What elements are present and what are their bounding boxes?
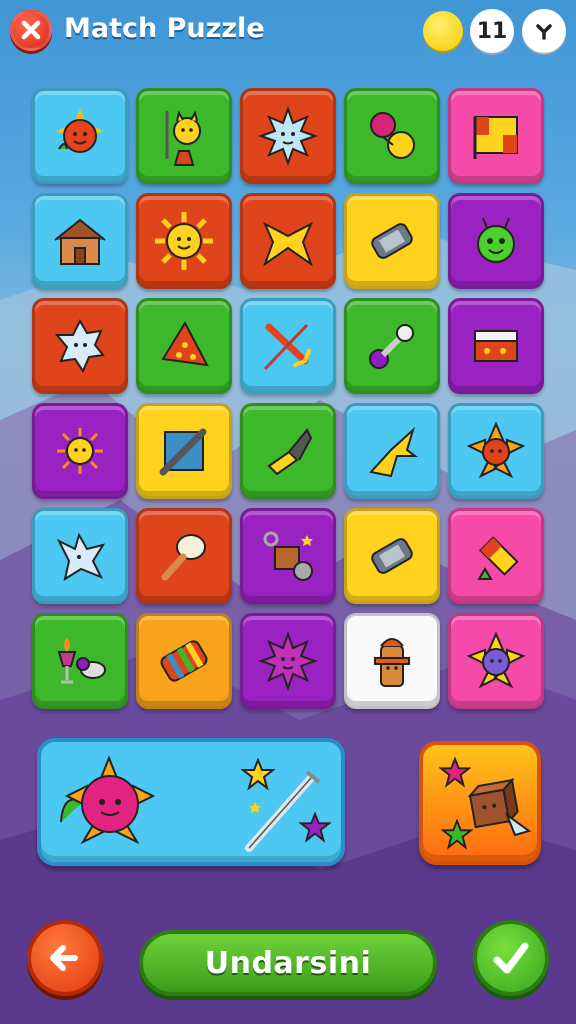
coin-icon xyxy=(423,11,463,51)
spiky-sun-icon xyxy=(258,631,318,691)
tile-box-with-yarn[interactable] xyxy=(240,508,336,604)
bird-icon xyxy=(56,532,106,582)
flower-face-icon xyxy=(466,631,526,689)
tile-tin-can-2[interactable] xyxy=(344,508,440,604)
snail-sun-icon xyxy=(60,755,156,845)
tile-bow-2[interactable] xyxy=(344,403,440,499)
tile-bow[interactable] xyxy=(240,193,336,289)
box-with-wings-icon xyxy=(467,777,532,837)
house-icon xyxy=(54,218,106,265)
tile-fire-hydrant[interactable] xyxy=(344,613,440,709)
pizza-slice-icon xyxy=(161,320,209,367)
sun-icon xyxy=(155,212,213,270)
sun-icon xyxy=(57,428,103,474)
confirm-button[interactable] xyxy=(473,920,549,996)
flag-icon xyxy=(473,116,518,159)
cat-with-fork-icon xyxy=(165,110,201,166)
arrow-left-icon xyxy=(50,945,78,971)
paintbrush-icon xyxy=(267,428,313,476)
tile-green-alien[interactable] xyxy=(448,193,544,289)
spiky-sun-icon xyxy=(258,106,318,166)
spiky-ghost-icon xyxy=(54,318,105,374)
close-button[interactable] xyxy=(10,9,52,51)
tile-balloons[interactable] xyxy=(344,88,440,184)
tin-can-icon xyxy=(371,538,413,574)
tile-paintbrush[interactable] xyxy=(240,403,336,499)
flower-icon xyxy=(466,421,526,479)
tile-small-sun[interactable] xyxy=(32,403,128,499)
torch-goblet-icon xyxy=(57,638,106,684)
star-icon xyxy=(299,812,331,843)
firecracker-icon xyxy=(477,536,519,580)
tile-matchbox[interactable] xyxy=(448,298,544,394)
chevron-down-icon xyxy=(536,24,552,40)
tile-flower-face[interactable] xyxy=(448,613,544,709)
picture-frame-icon xyxy=(159,428,207,476)
star-icon xyxy=(441,819,473,850)
tile-sun[interactable] xyxy=(136,193,232,289)
maraca-icon xyxy=(161,534,206,581)
striped-can-icon xyxy=(160,640,208,682)
coin-count-badge: 11 xyxy=(470,9,514,53)
bow-icon xyxy=(369,426,418,478)
tile-grid xyxy=(32,88,546,709)
tile-bird[interactable] xyxy=(32,508,128,604)
menu-button[interactable] xyxy=(522,9,566,53)
back-button[interactable] xyxy=(27,920,103,996)
tile-maraca[interactable] xyxy=(136,508,232,604)
balloons-icon xyxy=(370,112,415,159)
page-title: Match Puzzle xyxy=(64,13,265,44)
tile-flag[interactable] xyxy=(448,88,544,184)
close-icon xyxy=(21,20,41,40)
tile-pizza-slice[interactable] xyxy=(136,298,232,394)
tile-flower[interactable] xyxy=(448,403,544,499)
tile-sun-creature[interactable] xyxy=(32,88,128,184)
tile-spiky-ghost[interactable] xyxy=(32,298,128,394)
tile-house[interactable] xyxy=(32,193,128,289)
dumbbell-icon xyxy=(369,324,414,369)
main-action-button[interactable]: Undarsini xyxy=(139,930,437,996)
green-alien-icon xyxy=(477,217,515,263)
tile-tin-can[interactable] xyxy=(344,193,440,289)
matchbox-icon xyxy=(474,330,518,362)
tile-spiky-sun[interactable] xyxy=(240,88,336,184)
tile-torch-goblet[interactable] xyxy=(32,613,128,709)
tile-picture-frame[interactable] xyxy=(136,403,232,499)
tile-firecracker[interactable] xyxy=(448,508,544,604)
tile-dumbbell[interactable] xyxy=(344,298,440,394)
box-with-yarn-icon xyxy=(263,531,313,581)
bonus-panel[interactable] xyxy=(419,741,541,865)
tile-spiky-sun-2[interactable] xyxy=(240,613,336,709)
fire-hydrant-icon xyxy=(374,638,410,687)
sun-creature-icon xyxy=(57,109,103,153)
tile-cat-with-fork[interactable] xyxy=(136,88,232,184)
bow-icon xyxy=(262,221,314,267)
tin-can-icon xyxy=(371,223,413,259)
tile-arrow[interactable] xyxy=(240,298,336,394)
arrow-icon xyxy=(263,323,311,371)
checkmark-icon xyxy=(493,942,529,974)
tile-striped-can[interactable] xyxy=(136,613,232,709)
reward-panel[interactable] xyxy=(37,738,345,866)
top-bar: Match Puzzle 11 xyxy=(0,0,576,64)
